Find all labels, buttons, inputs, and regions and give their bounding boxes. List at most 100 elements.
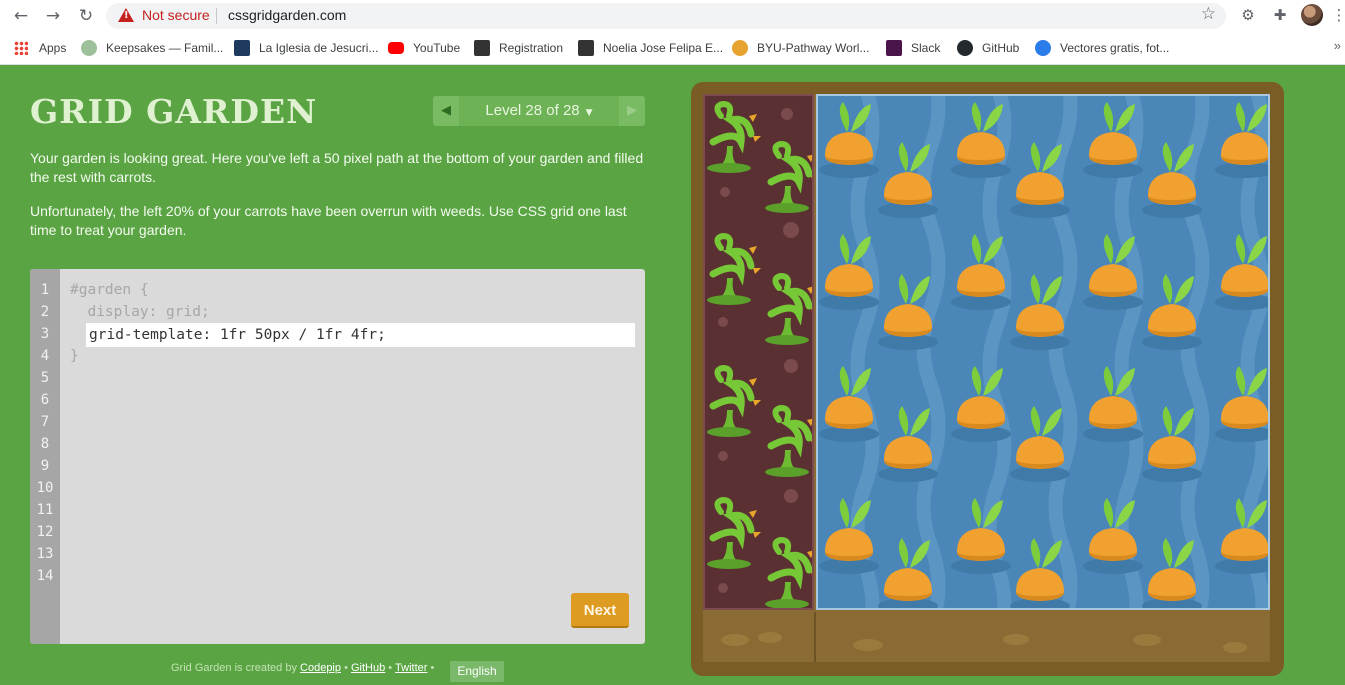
not-secure-label[interactable]: Not secure (142, 7, 210, 23)
tree-icon (81, 40, 97, 56)
profile-avatar[interactable] (1301, 4, 1323, 26)
bookmark-label: Keepsakes — Famil... (106, 41, 224, 55)
weed (765, 276, 814, 345)
previous-level-icon[interactable]: ◀ (433, 96, 459, 126)
bookmark-label: BYU-Pathway Worl... (757, 41, 870, 55)
reload-icon[interactable]: ↻ (74, 4, 98, 28)
footer-prefix: Grid Garden is created by (171, 662, 297, 674)
carrot (1215, 366, 1268, 442)
soil-pebble (721, 634, 749, 646)
line-number: 2 (40, 304, 50, 320)
carrot (1215, 234, 1268, 310)
byu-icon (474, 40, 490, 56)
line-number-gutter: 1 2 3 4 5 6 7 8 9 10 11 12 13 14 (30, 269, 60, 644)
forward-icon[interactable]: → (41, 4, 65, 28)
carrot (878, 406, 938, 482)
bookmark-label: Slack (911, 41, 941, 55)
next-level-icon[interactable]: ▶ (619, 96, 645, 126)
github-link[interactable]: GitHub (351, 662, 385, 674)
line-number: 10 (36, 480, 54, 496)
css-editor: 1 2 3 4 5 6 7 8 9 10 11 12 13 14 #garden… (30, 269, 645, 644)
weed (707, 236, 761, 305)
bookmark-star-icon[interactable]: ☆ (1201, 4, 1216, 24)
weed (765, 540, 814, 609)
carrots-svg (819, 96, 1268, 610)
next-button[interactable]: Next (571, 593, 629, 628)
weeds-svg (705, 96, 814, 610)
water-wave (924, 96, 939, 610)
address-bar[interactable]: Not secure cssgridgarden.com ☆ (106, 3, 1226, 29)
carrot (1215, 498, 1268, 574)
level-indicator[interactable]: Level 28 of 28 ▼ (459, 96, 619, 126)
weed (707, 500, 761, 569)
apps-grid-icon (14, 41, 28, 55)
carrot (819, 498, 879, 574)
url-text[interactable]: cssgridgarden.com (228, 7, 346, 23)
slack-icon (886, 40, 902, 56)
water-wave (1056, 96, 1071, 610)
line-number: 5 (40, 370, 50, 386)
line-number: 1 (40, 282, 50, 298)
bookmark-label: Noelia Jose Felipa E... (603, 41, 724, 55)
extensions-puzzle-icon[interactable]: ✚ (1270, 5, 1290, 25)
warning-icon[interactable] (118, 8, 134, 22)
bookmarks-bar: Apps Keepsakes — Famil... La Iglesia de … (0, 32, 1345, 65)
youtube-icon (388, 42, 404, 54)
weed (765, 408, 814, 477)
line-number: 6 (40, 392, 50, 408)
code-line-display: display: grid; (70, 304, 210, 320)
soil-pebble (853, 639, 883, 651)
bookmark-label: Registration (499, 41, 564, 55)
bookmark-label: Vectores gratis, fot... (1060, 41, 1170, 55)
instructions-paragraph-1: Your garden is looking great. Here you'v… (30, 150, 644, 185)
freepik-icon (1035, 40, 1051, 56)
line-number: 7 (40, 414, 50, 430)
omnibox-divider (216, 8, 217, 24)
line-number: 14 (36, 568, 54, 584)
weed (707, 368, 761, 437)
footer-separator: • (344, 662, 348, 674)
line-number: 13 (36, 546, 54, 562)
weed (707, 104, 761, 173)
carrot (1083, 498, 1143, 574)
bookmark-label: GitHub (982, 41, 1020, 55)
twitter-link[interactable]: Twitter (395, 662, 427, 674)
carrot (1215, 102, 1268, 178)
weed (765, 144, 814, 213)
soil-pebble (758, 632, 782, 643)
instructions-paragraph-2: Unfortunately, the left 20% of your carr… (30, 203, 627, 238)
menu-kebab-icon[interactable]: ⋮ (1329, 5, 1345, 25)
footer-separator: • (388, 662, 393, 674)
soil-pebble (1223, 642, 1247, 653)
github-icon (957, 40, 973, 56)
bookmark-label: Apps (39, 41, 67, 55)
codepip-link[interactable]: Codepip (300, 662, 341, 674)
back-icon[interactable]: ← (9, 4, 33, 28)
line-number: 9 (40, 458, 50, 474)
pathway-icon (732, 40, 748, 56)
browser-toolbar: ← → ↻ Not secure cssgridgarden.com ☆ ⚙ ✚… (0, 0, 1345, 32)
level-label: Level 28 of 28 (485, 102, 580, 119)
css-input-field[interactable] (86, 323, 635, 347)
carrot (1010, 406, 1070, 482)
line-number: 3 (40, 326, 50, 342)
carrot (951, 498, 1011, 574)
byu-icon (578, 40, 594, 56)
carrot (1142, 406, 1202, 482)
line-number: 11 (36, 502, 54, 518)
water-wave (1188, 96, 1203, 610)
page-title: GRID GARDEN (30, 92, 318, 131)
line-number: 4 (40, 348, 50, 364)
bookmark-label: La Iglesia de Jesucri... (259, 41, 379, 55)
footer-separator: • (430, 662, 435, 674)
line-number: 12 (36, 524, 54, 540)
language-selector[interactable]: English (450, 661, 504, 682)
footer-credits: Grid Garden is created by Codepip • GitH… (171, 662, 434, 674)
church-icon (234, 40, 250, 56)
extension-gear-icon[interactable]: ⚙ (1238, 5, 1258, 25)
code-line-closing: } (70, 348, 79, 364)
soil-pebble (1133, 634, 1161, 646)
bookmarks-overflow-icon[interactable]: » (1334, 38, 1341, 53)
carrot-plot (816, 94, 1270, 610)
path-divider (814, 612, 816, 662)
